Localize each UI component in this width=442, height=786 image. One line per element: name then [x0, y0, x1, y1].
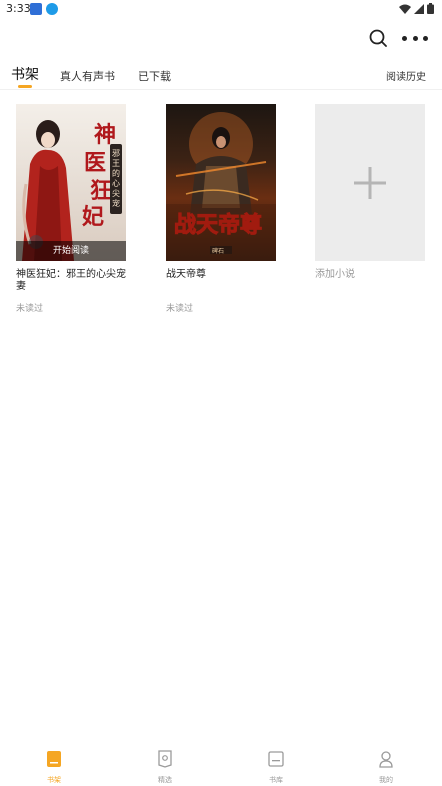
profile-icon: [379, 751, 393, 768]
book-cover[interactable]: 神 医 狂 妃 邪 王 的 心 尖 宠 开始阅读: [16, 104, 126, 261]
svg-text:尖: 尖: [112, 188, 120, 198]
shelf-tabs: 书架 真人有声书 已下载 阅读历史: [0, 58, 442, 90]
svg-text:宠: 宠: [112, 198, 120, 208]
nav-item-featured[interactable]: 精选: [145, 750, 185, 785]
reading-history-link[interactable]: 阅读历史: [386, 68, 426, 83]
nav-item-bookshelf[interactable]: 书架: [34, 750, 74, 785]
status-time: 3:33: [6, 2, 31, 15]
active-tab-indicator: [18, 85, 32, 88]
plus-icon: [354, 166, 386, 199]
add-book-label[interactable]: 添加小说: [315, 269, 425, 281]
book-read-status: 未读过: [166, 304, 194, 314]
more-options-button[interactable]: [400, 26, 430, 50]
featured-icon: [158, 750, 172, 768]
book-card[interactable]: 神 医 狂 妃 邪 王 的 心 尖 宠 开始阅读 神医狂妃：邪王的心尖宠妻 未读…: [16, 104, 126, 314]
svg-text:邪: 邪: [112, 149, 120, 158]
cover-artwork: 战天帝尊 碑石: [166, 112, 276, 261]
nav-label: 我的: [379, 776, 393, 784]
nav-label: 书架: [47, 776, 61, 784]
svg-text:妃: 妃: [82, 204, 104, 230]
bookshelf-icon: [47, 751, 61, 767]
svg-text:心: 心: [112, 179, 120, 188]
top-action-bar: [0, 18, 442, 58]
status-indicators: [399, 3, 434, 14]
svg-text:碑石: 碑石: [212, 247, 224, 255]
battery-icon: [427, 3, 434, 14]
signal-icon: [414, 3, 424, 14]
book-title[interactable]: 战天帝尊: [166, 269, 276, 281]
status-bar: 3:33: [0, 0, 442, 18]
svg-text:的: 的: [112, 168, 120, 178]
bottom-navigation: 书架 精选 书库 我的: [0, 738, 442, 786]
start-reading-badge[interactable]: 开始阅读: [16, 241, 126, 261]
tab-downloaded[interactable]: 已下载: [138, 68, 171, 84]
download-notification-icon: [46, 3, 58, 15]
app-notification-icon: [30, 3, 42, 15]
search-icon: [369, 29, 387, 47]
svg-text:医: 医: [84, 150, 106, 176]
book-card[interactable]: 战天帝尊 碑石 战天帝尊 未读过: [166, 104, 276, 314]
more-dot-icon: [423, 35, 428, 41]
book-title[interactable]: 神医狂妃：邪王的心尖宠妻: [16, 269, 126, 293]
more-dot-icon: [412, 35, 418, 41]
cover-artwork: 神 医 狂 妃 邪 王 的 心 尖 宠: [22, 120, 122, 261]
book-cover[interactable]: 战天帝尊 碑石: [166, 104, 276, 261]
wifi-icon: [399, 4, 411, 14]
nav-item-library[interactable]: 书库: [256, 750, 296, 785]
tab-bookshelf[interactable]: 书架: [11, 64, 39, 84]
library-icon: [268, 751, 284, 767]
tab-audiobooks[interactable]: 真人有声书: [60, 68, 115, 84]
nav-label: 书库: [269, 776, 283, 784]
add-book-card[interactable]: 添加小说: [315, 104, 425, 281]
nav-item-profile[interactable]: 我的: [366, 750, 406, 785]
book-read-status: 未读过: [16, 304, 44, 314]
nav-label: 精选: [158, 776, 172, 784]
add-book-button[interactable]: [315, 104, 425, 261]
svg-text:战天帝尊: 战天帝尊: [174, 212, 262, 238]
svg-text:王: 王: [112, 159, 120, 168]
more-dot-icon: [402, 35, 407, 41]
search-button[interactable]: [366, 26, 390, 50]
svg-text:狂: 狂: [90, 178, 112, 204]
